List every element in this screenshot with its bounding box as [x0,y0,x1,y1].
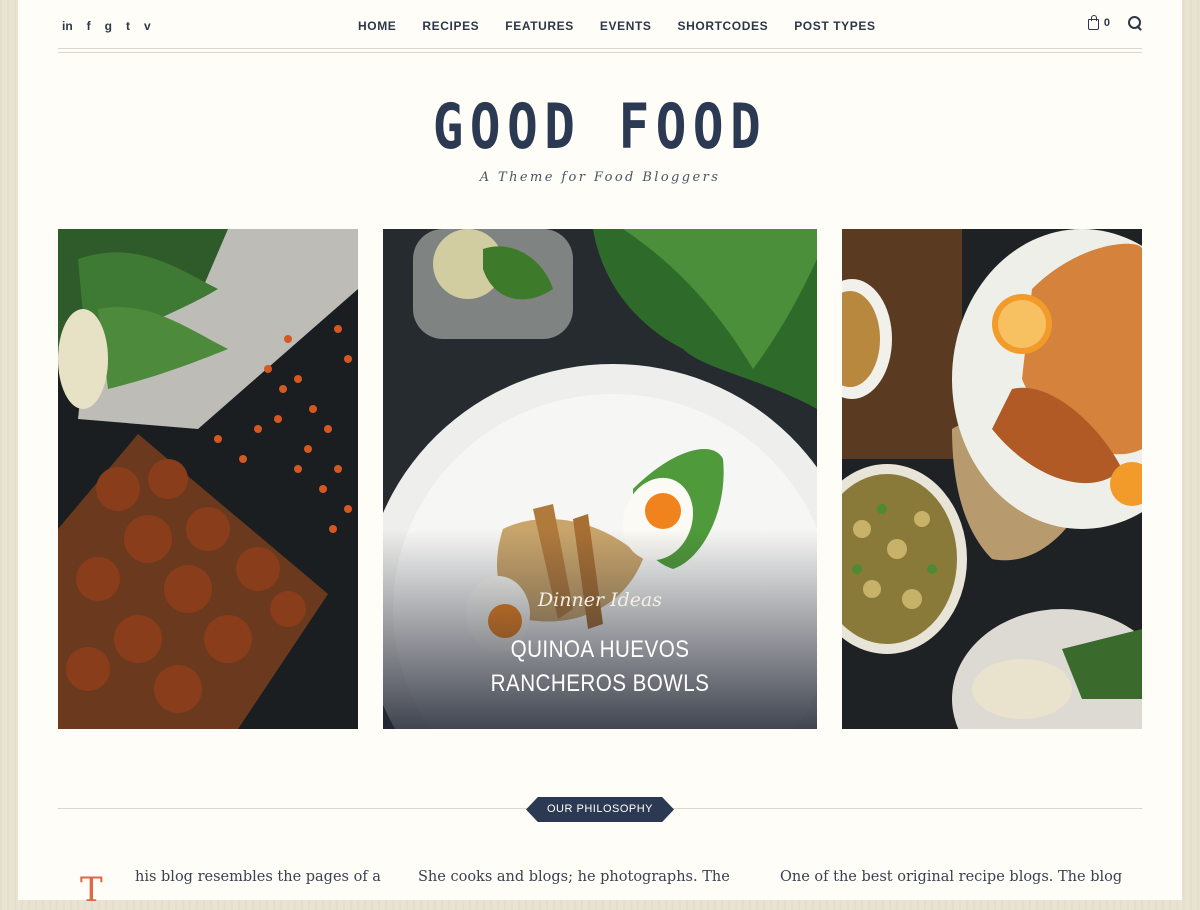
nav-recipes[interactable]: RECIPES [422,19,479,33]
header-divider [58,48,1142,49]
section-badge: OUR PHILOSOPHY [526,797,674,822]
slide-caption: Dinner Ideas QUINOA HUEVOS RANCHEROS BOW… [383,529,817,729]
slide-title-line: RANCHEROS BOWLS [490,670,710,697]
philosophy-column-3: One of the best original recipe blogs. T… [780,869,1123,885]
philosophy-column-2: She cooks and blogs; he photographs. The [418,869,730,885]
page: in f g t v HOME RECIPES FEATURES EVENTS … [18,0,1182,910]
slide-image-left[interactable] [58,229,358,729]
facebook-icon[interactable]: f [87,18,91,34]
philosophy-column-1: his blog resembles the pages of a [135,869,381,885]
vimeo-icon[interactable]: v [144,18,151,34]
nav-features[interactable]: FEATURES [505,19,574,33]
twitter-icon[interactable]: t [126,18,130,34]
cart-count: 0 [1103,17,1110,29]
social-links: in f g t v [62,18,151,34]
googleplus-icon[interactable]: g [105,18,112,34]
nav-shortcodes[interactable]: SHORTCODES [678,19,769,33]
site-branding: GOOD FOOD A Theme for Food Bloggers [18,88,1182,185]
linkedin-icon[interactable]: in [62,18,73,34]
search-icon[interactable] [1128,16,1142,30]
header-divider [58,52,1142,53]
slide-category[interactable]: Dinner Ideas [383,589,817,611]
nav-post-types[interactable]: POST TYPES [794,19,875,33]
slide-featured[interactable]: Dinner Ideas QUINOA HUEVOS RANCHEROS BOW… [383,229,817,729]
header-tools: 0 [1087,14,1142,30]
food-photo-lentils-tart [58,229,358,729]
cart-button[interactable]: 0 [1087,14,1110,30]
top-bar: in f g t v HOME RECIPES FEATURES EVENTS … [58,0,1142,54]
food-photo-roast-dinner [842,229,1142,729]
main-nav: HOME RECIPES FEATURES EVENTS SHORTCODES … [358,19,876,33]
nav-events[interactable]: EVENTS [600,19,652,33]
shopping-bag-icon [1087,14,1099,30]
site-tagline: A Theme for Food Bloggers [479,170,721,185]
site-title[interactable]: GOOD FOOD [123,88,1077,166]
nav-home[interactable]: HOME [358,19,396,33]
slide-image-right[interactable] [842,229,1142,729]
slide-title-line: QUINOA HUEVOS [510,636,690,663]
slide-title[interactable]: QUINOA HUEVOS RANCHEROS BOWLS [413,633,786,701]
drop-cap: T [80,870,103,910]
